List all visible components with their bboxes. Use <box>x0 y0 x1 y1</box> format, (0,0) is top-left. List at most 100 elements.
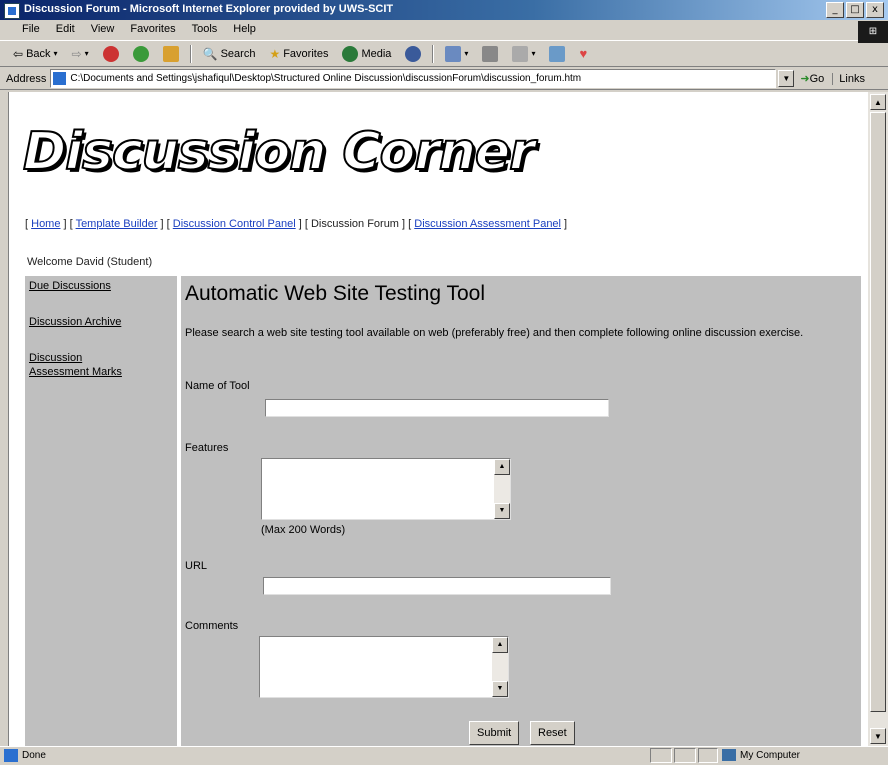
close-button[interactable]: x <box>866 2 884 18</box>
toolbar-separator <box>432 44 435 63</box>
features-scrollbar[interactable]: ▲ ▼ <box>494 459 510 519</box>
address-input[interactable]: C:\Documents and Settings\jshafiqul\Desk… <box>50 69 777 88</box>
window-title: Discussion Forum - Microsoft Internet Ex… <box>24 3 394 15</box>
features-word-limit: (Max 200 Words) <box>261 524 346 536</box>
welcome-text: Welcome David (Student) <box>27 256 153 268</box>
menu-edit[interactable]: Edit <box>48 20 83 35</box>
nav-home-link[interactable]: Home <box>31 218 60 230</box>
reset-button[interactable]: Reset <box>530 721 575 745</box>
my-computer-icon <box>722 749 736 761</box>
back-dropdown-icon[interactable]: ▾ <box>54 49 58 58</box>
page-scrollbar[interactable]: ▲ ▼ <box>868 92 888 746</box>
discuss-icon <box>549 45 566 62</box>
standard-toolbar: ⇦ Back ▾ ⇨ ▾ 🔍 Search ★ Favorites Media ▾ ▾ ♥ <box>0 41 888 67</box>
go-arrow-icon: ➜ <box>800 73 810 85</box>
mail-icon <box>445 45 462 62</box>
sidebar: Due Discussions Discussion Archive Discu… <box>25 276 177 746</box>
scroll-up-icon[interactable]: ▲ <box>492 637 508 653</box>
address-label: Address <box>6 72 47 85</box>
edit-icon <box>512 45 529 62</box>
page-done-icon <box>4 749 18 762</box>
go-label: Go <box>809 73 825 85</box>
menu-tools[interactable]: Tools <box>184 20 226 35</box>
stop-button[interactable] <box>98 43 124 65</box>
menu-file[interactable]: File <box>0 20 48 35</box>
name-of-tool-label: Name of Tool <box>185 380 250 392</box>
search-button[interactable]: 🔍 Search <box>198 43 261 65</box>
forward-button[interactable]: ⇨ ▾ <box>67 43 94 65</box>
status-text: Done <box>22 750 46 761</box>
favorites-button[interactable]: ★ Favorites <box>264 43 333 65</box>
status-cell <box>674 748 696 763</box>
main-panel: Automatic Web Site Testing Tool Please s… <box>181 276 861 746</box>
history-button[interactable] <box>400 43 426 65</box>
print-button[interactable] <box>477 43 503 65</box>
submit-button[interactable]: Submit <box>469 721 520 745</box>
name-of-tool-input[interactable] <box>265 399 609 417</box>
home-button[interactable] <box>158 43 184 65</box>
intro-text: Please search a web site testing tool av… <box>185 327 804 339</box>
sidebar-discussion-archive-link[interactable]: Discussion Archive <box>25 313 177 331</box>
search-label: Search <box>220 47 256 60</box>
nav-template-builder-link[interactable]: Template Builder <box>76 218 158 230</box>
nav-control-panel-link[interactable]: Discussion Control Panel <box>173 218 296 230</box>
page-icon <box>53 72 67 85</box>
status-bar: Done My Computer <box>0 746 888 765</box>
favorites-label: Favorites <box>283 47 329 60</box>
page-heading: Automatic Web Site Testing Tool <box>185 282 485 305</box>
scroll-down-icon[interactable]: ▼ <box>870 728 886 744</box>
url-label: URL <box>185 560 208 572</box>
toolbar-separator <box>189 44 192 63</box>
url-input[interactable] <box>263 577 611 595</box>
minimize-button[interactable]: _ <box>826 2 844 18</box>
windows-logo-icon: ⊞ <box>858 21 888 43</box>
media-label: Media <box>361 47 392 60</box>
refresh-button[interactable] <box>128 43 154 65</box>
features-label: Features <box>185 442 229 454</box>
scroll-down-icon[interactable]: ▼ <box>492 681 508 697</box>
features-textarea[interactable]: ▲ ▼ <box>261 458 511 520</box>
back-label: Back <box>26 47 51 60</box>
address-dropdown-button[interactable]: ▼ <box>778 70 795 87</box>
ie-icon <box>4 3 20 19</box>
messenger-button[interactable]: ♥ <box>574 43 592 65</box>
messenger-icon: ♥ <box>579 46 588 61</box>
star-icon: ★ <box>269 46 281 61</box>
comments-textarea[interactable]: ▲ ▼ <box>259 636 509 698</box>
go-button[interactable]: ➜Go <box>800 72 824 85</box>
forward-arrow-icon: ⇨ <box>71 46 82 61</box>
links-button[interactable]: Links <box>832 72 865 85</box>
window-title-bar[interactable]: Discussion Forum - Microsoft Internet Ex… <box>0 0 888 20</box>
edit-button[interactable]: ▾ <box>507 43 540 65</box>
maximize-button[interactable]: □ <box>846 2 864 18</box>
forward-dropdown-icon[interactable]: ▾ <box>85 49 89 58</box>
nav-assessment-panel-link[interactable]: Discussion Assessment Panel <box>414 218 561 230</box>
menu-view[interactable]: View <box>83 20 123 35</box>
edit-dropdown-icon[interactable]: ▾ <box>531 49 535 58</box>
scroll-up-icon[interactable]: ▲ <box>494 459 510 475</box>
comments-scrollbar[interactable]: ▲ ▼ <box>492 637 508 697</box>
search-icon: 🔍 <box>202 46 218 61</box>
page-viewport: Discussion Corner [ Home ] [ Template Bu… <box>8 92 869 746</box>
mail-dropdown-icon[interactable]: ▾ <box>464 49 468 58</box>
print-icon <box>482 45 499 62</box>
back-button[interactable]: ⇦ Back ▾ <box>8 43 63 65</box>
comments-label: Comments <box>185 620 239 632</box>
scroll-thumb[interactable] <box>870 112 886 712</box>
menu-help[interactable]: Help <box>225 20 264 35</box>
security-zone: My Computer <box>740 750 801 761</box>
media-button[interactable]: Media <box>337 43 396 65</box>
history-icon <box>405 45 422 62</box>
menu-bar: File Edit View Favorites Tools Help ⊞ <box>0 20 888 43</box>
scroll-down-icon[interactable]: ▼ <box>494 503 510 519</box>
menu-favorites[interactable]: Favorites <box>122 20 183 35</box>
mail-button[interactable]: ▾ <box>440 43 473 65</box>
sidebar-assessment-marks-link[interactable]: Discussion Assessment Marks <box>25 349 143 381</box>
status-cell <box>650 748 672 763</box>
discuss-button[interactable] <box>544 43 570 65</box>
sidebar-due-discussions-link[interactable]: Due Discussions <box>25 277 177 295</box>
address-bar: Address C:\Documents and Settings\jshafi… <box>0 68 888 90</box>
home-icon <box>162 45 179 62</box>
scroll-up-icon[interactable]: ▲ <box>870 94 886 110</box>
nav-forum-current: Discussion Forum <box>310 218 399 230</box>
